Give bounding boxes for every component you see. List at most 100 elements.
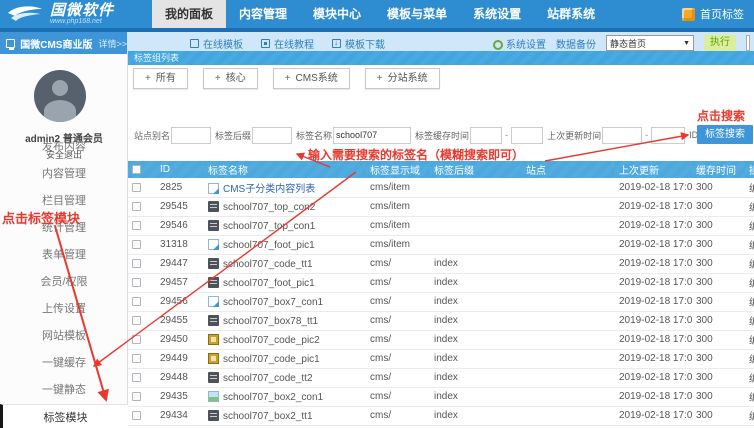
update-time-label: 上次更新时间 <box>547 129 601 142</box>
sidebar-item[interactable]: 发布内容 <box>0 134 128 161</box>
cache-from-input[interactable] <box>470 127 502 144</box>
tag-action-clipped[interactable]: 编辑 <box>745 292 754 311</box>
tag-name-input[interactable] <box>333 127 411 144</box>
run-button[interactable]: 执行 <box>704 35 736 51</box>
tag-suffix: index <box>430 254 522 273</box>
site-alias-input[interactable] <box>171 127 211 144</box>
row-checkbox[interactable] <box>132 240 141 249</box>
col-actions-clipped: 操作 <box>745 161 754 178</box>
tag-name-link[interactable]: school707_code_pic2 <box>223 335 320 346</box>
nav-tab[interactable]: 站群系统 <box>534 0 608 28</box>
tag-action-clipped[interactable]: 编辑 <box>745 311 754 330</box>
tag-name-link[interactable]: school707_top_con2 <box>223 202 315 213</box>
nav-tab[interactable]: 模块中心 <box>300 0 374 28</box>
select-all-checkbox[interactable] <box>132 165 141 174</box>
tag-action-clipped[interactable]: 编辑 <box>745 254 754 273</box>
tag-name-link[interactable]: school707_top_con1 <box>223 221 315 232</box>
tag-action-clipped[interactable]: 编辑 <box>745 406 754 425</box>
table-row: 29448 school707_code_tt2 cms/ index 2019… <box>128 368 754 387</box>
tag-action-clipped[interactable]: 编辑 <box>745 368 754 387</box>
col-cache-time: 缓存时间 <box>692 161 745 178</box>
template-download-link[interactable]: 模板下载 <box>332 36 385 51</box>
update-to-input[interactable] <box>651 127 685 144</box>
row-checkbox[interactable] <box>132 392 141 401</box>
tag-group-button[interactable]: +核心 <box>203 68 258 89</box>
nav-tab[interactable]: 系统设置 <box>460 0 534 28</box>
tag-updated: 2019-02-18 17:09 <box>615 197 692 216</box>
row-checkbox[interactable] <box>132 259 141 268</box>
tag-action-clipped[interactable]: 编辑 <box>745 273 754 292</box>
system-settings-link[interactable]: 系统设置 <box>493 36 546 51</box>
tag-name-link[interactable]: school707_box2_con1 <box>223 392 323 403</box>
tag-name-link[interactable]: school707_box78_tt1 <box>223 316 318 327</box>
row-checkbox[interactable] <box>132 221 141 230</box>
sidebar-item[interactable]: 标签模块 <box>0 404 128 428</box>
tag-name-link[interactable]: school707_code_tt2 <box>223 373 313 384</box>
tag-action-clipped[interactable]: 编辑 <box>745 330 754 349</box>
tag-suffix <box>430 216 522 235</box>
home-tag-button[interactable]: 首页标签 <box>682 0 754 28</box>
product-block[interactable]: 国微CMS商业版 详情>> <box>0 32 127 54</box>
tag-suffix: index <box>430 368 522 387</box>
tag-updated: 2019-02-18 17:09 <box>615 330 692 349</box>
nav-tab[interactable]: 内容管理 <box>226 0 300 28</box>
tag-group-button[interactable]: +CMS系统 <box>273 68 350 89</box>
tag-name-link[interactable]: school707_code_tt1 <box>223 259 313 270</box>
row-checkbox[interactable] <box>132 335 141 344</box>
tag-id: 31318 <box>156 235 204 254</box>
tag-id: 29449 <box>156 349 204 368</box>
tag-name-link[interactable]: school707_foot_pic1 <box>223 240 315 251</box>
tag-name-link[interactable]: school707_box7_con1 <box>223 297 323 308</box>
nav-tab[interactable]: 模板与菜单 <box>374 0 460 28</box>
tag-cache: 300 <box>692 216 745 235</box>
cube-icon <box>682 8 695 21</box>
tag-name-link[interactable]: school707_code_pic1 <box>223 354 320 365</box>
row-checkbox[interactable] <box>132 316 141 325</box>
tag-site <box>522 178 615 197</box>
tag-action-clipped[interactable]: 编辑 <box>745 197 754 216</box>
tag-group-button[interactable]: +分站系统 <box>365 68 440 89</box>
static-page-select[interactable]: 静态首页 ▼ <box>606 35 694 51</box>
tag-action-clipped[interactable]: 编辑 <box>745 349 754 368</box>
tag-action-clipped[interactable]: 编辑 <box>745 178 754 197</box>
tag-domain: cms/ <box>366 368 430 387</box>
tag-action-clipped[interactable]: 编辑 <box>745 387 754 406</box>
admin-screen: 国微软件 www.php168.net 我的面板 内容管理 模块中心 模板与菜单… <box>0 0 754 428</box>
tag-name-link[interactable]: CMS子分类内容列表 <box>223 184 315 195</box>
sidebar-item[interactable]: 上传设置 <box>0 296 128 323</box>
col-display-domain: 标签显示域 <box>366 161 430 178</box>
online-template-link[interactable]: 在线模板 <box>190 36 243 51</box>
data-backup-link[interactable]: 数据备份 <box>556 36 596 51</box>
product-detail-link[interactable]: 详情>> <box>98 37 127 50</box>
row-checkbox[interactable] <box>132 373 141 382</box>
tag-name-link[interactable]: school707_box2_tt1 <box>223 411 313 422</box>
sidebar-item[interactable]: 会员/权限 <box>0 269 128 296</box>
tag-action-clipped[interactable]: 编辑 <box>745 216 754 235</box>
table-row: 29455 school707_box78_tt1 cms/ index 201… <box>128 311 754 330</box>
row-checkbox[interactable] <box>132 183 141 192</box>
system-settings-label: 系统设置 <box>506 40 546 51</box>
row-checkbox[interactable] <box>132 297 141 306</box>
update-from-input[interactable] <box>602 127 642 144</box>
sidebar-item[interactable]: 一键静态 <box>0 377 128 404</box>
row-checkbox[interactable] <box>132 411 141 420</box>
row-checkbox[interactable] <box>132 278 141 287</box>
row-checkbox[interactable] <box>132 202 141 211</box>
tag-type-icon <box>208 410 219 421</box>
tag-suffix-input[interactable] <box>252 127 292 144</box>
tag-action-clipped[interactable]: 编辑 <box>745 235 754 254</box>
tag-type-icon <box>208 258 219 269</box>
tag-group-button[interactable]: +所有 <box>133 68 188 89</box>
online-tutorial-link[interactable]: 在线教程 <box>261 36 314 51</box>
row-checkbox[interactable] <box>132 354 141 363</box>
sidebar-item[interactable]: 一键缓存 <box>0 350 128 377</box>
tag-name-link[interactable]: school707_foot_pic1 <box>223 278 315 289</box>
tag-cache: 300 <box>692 387 745 406</box>
chevron-down-icon: ▼ <box>683 40 690 47</box>
nav-tab[interactable]: 我的面板 <box>152 0 226 28</box>
cache-to-input[interactable] <box>511 127 543 144</box>
sidebar-item[interactable]: 网站模板 <box>0 323 128 350</box>
sidebar-item[interactable]: 内容管理 <box>0 161 128 188</box>
sidebar-item[interactable]: 表单管理 <box>0 242 128 269</box>
tag-search-button[interactable]: 标签搜索 <box>697 125 753 144</box>
